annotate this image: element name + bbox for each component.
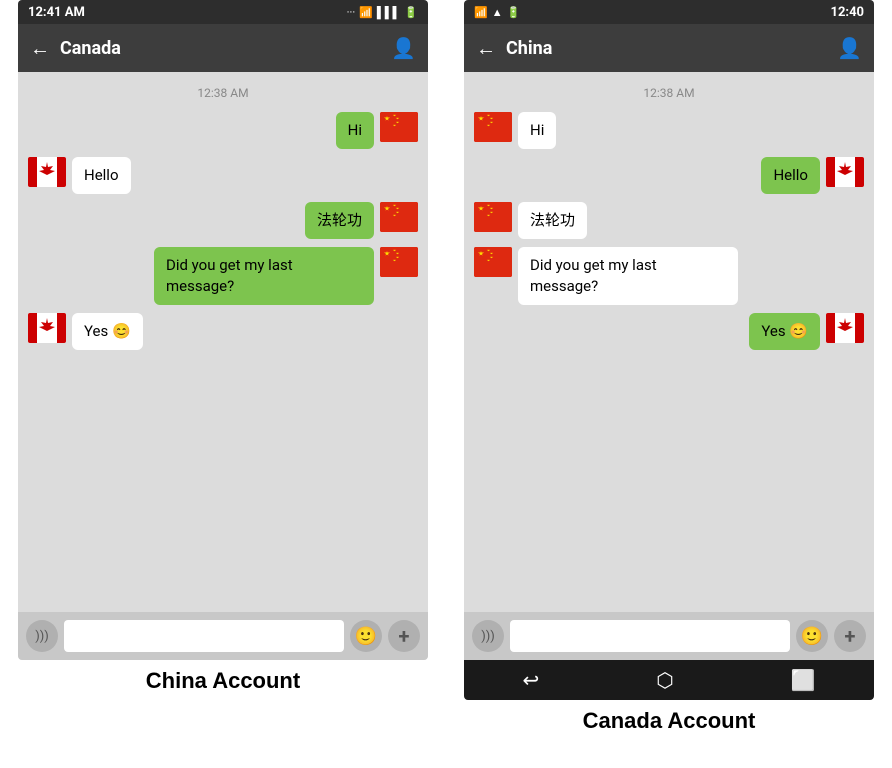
right-msg-4: Did you get my last message?	[474, 247, 864, 305]
right-phone: 📶 ▲ 🔋 12:40 ← China 👤 12:38 AM	[464, 0, 874, 700]
right-back-nav-icon[interactable]: ↩	[522, 668, 539, 692]
left-bubble-5: Yes 😊	[72, 313, 143, 350]
left-status-bar: 12:41 AM ··· 📶 ▌▌▌ 🔋	[18, 0, 428, 24]
left-back-button[interactable]: ←	[30, 36, 50, 61]
left-flag-china-2	[380, 202, 418, 232]
left-chat-area: 12:38 AM Hi	[18, 72, 428, 612]
left-signal-bars-icon: ▌▌▌	[377, 6, 400, 19]
left-timestamp: 12:38 AM	[28, 86, 418, 100]
left-msg-5: Yes 😊	[28, 313, 418, 350]
left-status-icons: ··· 📶 ▌▌▌ 🔋	[347, 6, 418, 19]
left-phone-container: 12:41 AM ··· 📶 ▌▌▌ 🔋 ← Canada 👤 12:38 AM	[0, 0, 446, 700]
left-nav-bar: ← Canada 👤	[18, 24, 428, 72]
right-back-button[interactable]: ←	[476, 36, 496, 61]
left-chat-title: Canada	[60, 38, 381, 59]
left-signal-icon: ···	[347, 6, 356, 19]
left-bubble-1: Hi	[336, 112, 374, 149]
right-flag-china-1	[474, 112, 512, 142]
left-bubble-4: Did you get my last message?	[154, 247, 374, 305]
left-flag-china-3	[380, 247, 418, 277]
right-android-nav: ↩ ⬡ ⬜	[464, 660, 874, 700]
right-input-bar: ))) 🙂 +	[464, 612, 874, 660]
left-msg-1: Hi	[28, 112, 418, 149]
right-chat-area: 12:38 AM Hi	[464, 72, 874, 612]
right-msg-1: Hi	[474, 112, 864, 149]
left-flag-canada-1	[28, 157, 66, 187]
right-battery-icon: 🔋	[507, 6, 521, 19]
right-flag-china-2	[474, 202, 512, 232]
left-time: 12:41 AM	[28, 5, 85, 20]
right-bubble-2: Hello	[761, 157, 820, 194]
right-chat-title: China	[506, 38, 827, 59]
right-bubble-1: Hi	[518, 112, 556, 149]
right-text-input[interactable]	[510, 620, 790, 652]
phones-row: 12:41 AM ··· 📶 ▌▌▌ 🔋 ← Canada 👤 12:38 AM	[0, 0, 892, 740]
left-plus-button[interactable]: +	[388, 620, 420, 652]
left-voice-icon: )))	[35, 629, 49, 644]
right-emoji-button[interactable]: 🙂	[796, 620, 828, 652]
left-phone: 12:41 AM ··· 📶 ▌▌▌ 🔋 ← Canada 👤 12:38 AM	[18, 0, 428, 660]
right-status-icons-left: 📶 ▲ 🔋	[474, 6, 520, 19]
right-plus-button[interactable]: +	[834, 620, 866, 652]
right-bubble-4: Did you get my last message?	[518, 247, 738, 305]
right-voice-button[interactable]: )))	[472, 620, 504, 652]
left-msg-4: Did you get my last message?	[28, 247, 418, 305]
right-bubble-3: 法轮功	[518, 202, 587, 239]
right-nav-bar: ← China 👤	[464, 24, 874, 72]
right-signal-icon: ▲	[492, 6, 503, 19]
left-flag-canada-2	[28, 313, 66, 343]
left-flag-china-1	[380, 112, 418, 142]
left-person-icon[interactable]: 👤	[391, 36, 416, 60]
right-home-nav-icon[interactable]: ⬡	[656, 668, 673, 692]
right-recent-nav-icon[interactable]: ⬜	[791, 668, 816, 692]
left-emoji-icon: 🙂	[355, 626, 377, 647]
left-voice-button[interactable]: )))	[26, 620, 58, 652]
left-msg-3: 法轮功	[28, 202, 418, 239]
left-text-input[interactable]	[64, 620, 344, 652]
left-wifi-icon: 📶	[359, 6, 373, 19]
right-flag-canada-2	[826, 313, 864, 343]
left-emoji-button[interactable]: 🙂	[350, 620, 382, 652]
right-timestamp: 12:38 AM	[474, 86, 864, 100]
right-msg-5: Yes 😊	[474, 313, 864, 350]
right-phone-container: 📶 ▲ 🔋 12:40 ← China 👤 12:38 AM	[446, 0, 892, 740]
right-flag-china-3	[474, 247, 512, 277]
right-voice-icon: )))	[481, 629, 495, 644]
left-battery-icon: 🔋	[404, 6, 418, 19]
right-msg-2: Hello	[474, 157, 864, 194]
right-emoji-icon: 🙂	[801, 626, 823, 647]
right-phone-label: Canada Account	[583, 708, 756, 734]
right-plus-icon: +	[845, 624, 856, 648]
right-status-bar: 📶 ▲ 🔋 12:40	[464, 0, 874, 24]
right-wifi-icon: 📶	[474, 6, 488, 19]
right-msg-3: 法轮功	[474, 202, 864, 239]
left-bubble-3: 法轮功	[305, 202, 374, 239]
left-msg-2: Hello	[28, 157, 418, 194]
right-time: 12:40	[831, 5, 865, 20]
right-bubble-5: Yes 😊	[749, 313, 820, 350]
left-plus-icon: +	[399, 624, 410, 648]
left-phone-label: China Account	[146, 668, 300, 694]
right-flag-canada-1	[826, 157, 864, 187]
left-bubble-2: Hello	[72, 157, 131, 194]
right-person-icon[interactable]: 👤	[837, 36, 862, 60]
left-input-bar: ))) 🙂 +	[18, 612, 428, 660]
